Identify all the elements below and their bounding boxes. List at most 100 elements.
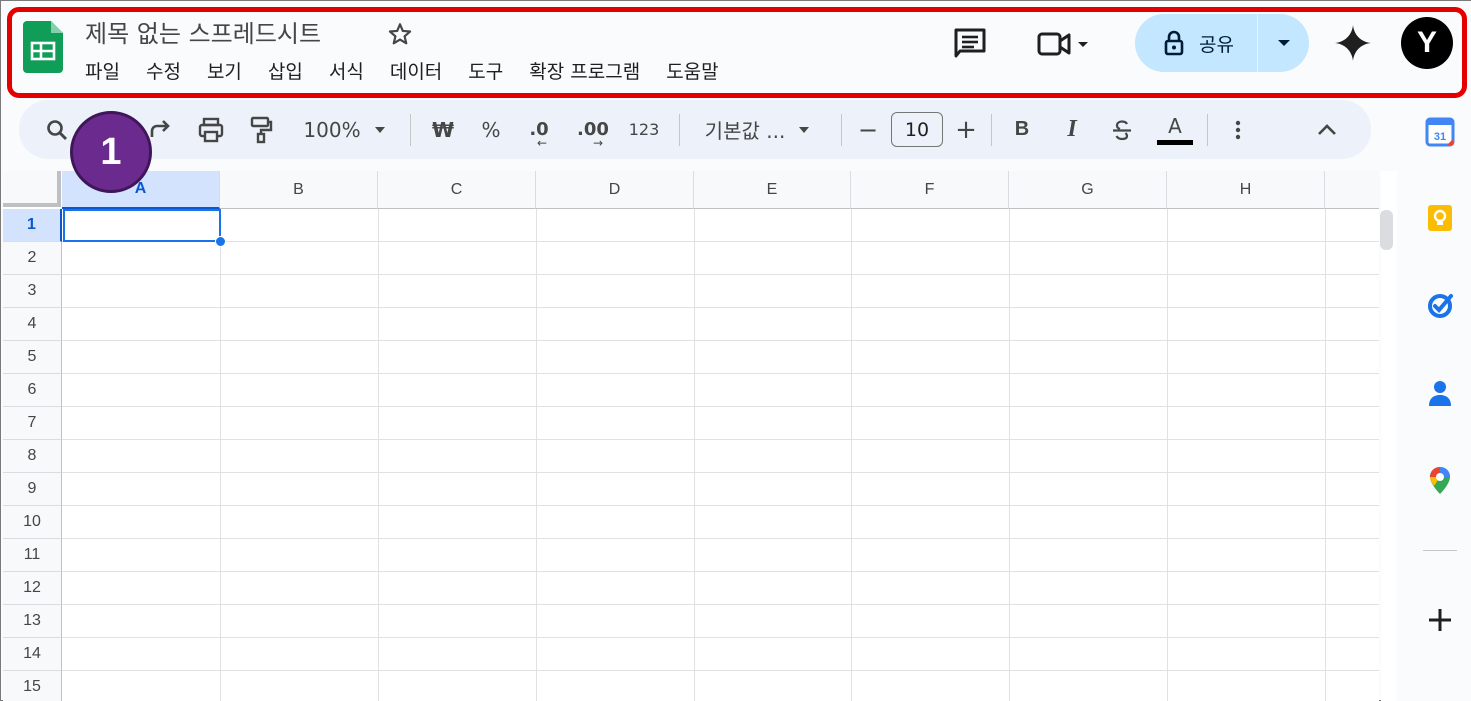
toolbar: 100% ₩ % .0 ← .00 → 123 기본값 ... − 10 + B… (19, 100, 1371, 159)
column-header-h[interactable]: H (1167, 171, 1325, 209)
fill-handle[interactable] (215, 236, 226, 247)
column-header-partial[interactable] (1325, 171, 1379, 209)
row-header-6[interactable]: 6 (3, 374, 62, 407)
grid-line (1167, 209, 1168, 701)
tasks-icon[interactable] (1425, 290, 1455, 320)
strikethrough-icon (1113, 119, 1131, 140)
row-header-11[interactable]: 11 (3, 539, 62, 572)
bold-button[interactable]: B (1005, 100, 1039, 159)
gemini-icon[interactable] (1333, 23, 1373, 63)
share-button[interactable]: 공유 (1135, 14, 1309, 72)
menu-edit[interactable]: 수정 (146, 57, 181, 84)
star-icon[interactable] (387, 21, 413, 47)
column-header-g[interactable]: G (1009, 171, 1167, 209)
menu-extensions[interactable]: 확장 프로그램 (529, 57, 640, 84)
share-options-button[interactable] (1258, 14, 1309, 72)
document-title[interactable]: 제목 없는 스프레드시트 (85, 14, 321, 49)
percent-format-button[interactable]: % (473, 100, 509, 159)
font-size-input[interactable]: 10 (891, 112, 943, 147)
row-header-10[interactable]: 10 (3, 506, 62, 539)
row-header-4[interactable]: 4 (3, 308, 62, 341)
column-header-d[interactable]: D (536, 171, 694, 209)
contacts-icon[interactable] (1425, 378, 1455, 408)
toolbar-separator (679, 114, 680, 146)
maps-icon[interactable] (1425, 465, 1455, 495)
italic-icon: I (1067, 116, 1077, 142)
video-camera-icon (1037, 32, 1071, 56)
grid-line (220, 209, 221, 701)
row-header-1[interactable]: 1 (3, 209, 62, 242)
menu-tools[interactable]: 도구 (468, 57, 503, 84)
currency-format-button[interactable]: ₩ (423, 100, 463, 159)
vertical-scrollbar[interactable] (1381, 171, 1397, 701)
column-header-f[interactable]: F (851, 171, 1009, 209)
zoom-select[interactable]: 100% (295, 100, 395, 159)
print-icon (198, 117, 224, 142)
chevron-up-icon (1318, 123, 1336, 135)
column-header-b[interactable]: B (220, 171, 378, 209)
minus-icon: − (857, 115, 879, 144)
collapse-menus-button[interactable] (1311, 100, 1343, 159)
menu-file[interactable]: 파일 (85, 57, 120, 84)
print-button[interactable] (193, 100, 229, 159)
sheets-logo-icon[interactable] (23, 21, 63, 73)
search-icon (47, 119, 68, 140)
more-formats-button[interactable]: 123 (623, 100, 665, 159)
toolbar-separator (1207, 114, 1208, 146)
text-color-swatch (1157, 140, 1193, 145)
menu-help[interactable]: 도움말 (666, 57, 718, 84)
decrease-font-size-button[interactable]: − (853, 100, 883, 159)
sheet-grid[interactable]: A B C D E F G H 1 2 3 4 5 6 7 8 9 10 11 … (3, 171, 1379, 701)
currency-label: ₩ (431, 117, 455, 142)
more-options-button[interactable] (1223, 100, 1253, 159)
row-header-9[interactable]: 9 (3, 473, 62, 506)
search-menus-button[interactable] (41, 100, 73, 159)
row-header-15[interactable]: 15 (3, 671, 62, 701)
toolbar-separator (991, 114, 992, 146)
menu-bar: 파일 수정 보기 삽입 서식 데이터 도구 확장 프로그램 도움말 (85, 57, 745, 84)
row-header-7[interactable]: 7 (3, 407, 62, 440)
paint-format-button[interactable] (243, 100, 279, 159)
row-header-12[interactable]: 12 (3, 572, 62, 605)
row-header-3[interactable]: 3 (3, 275, 62, 308)
row-header-13[interactable]: 13 (3, 605, 62, 638)
more-vert-icon (1235, 120, 1241, 139)
grid-line (1325, 209, 1326, 701)
calendar-icon[interactable]: 31 (1425, 117, 1455, 147)
row-header-14[interactable]: 14 (3, 638, 62, 671)
arrow-left-icon: ← (537, 136, 548, 150)
increase-decimal-button[interactable]: .00 → (571, 100, 615, 159)
add-icon[interactable] (1425, 605, 1455, 635)
toolbar-separator (410, 114, 411, 146)
font-value: 기본값 ... (704, 119, 786, 143)
meet-button[interactable] (1037, 25, 1103, 63)
column-header-c[interactable]: C (378, 171, 536, 209)
decrease-decimal-button[interactable]: .0 ← (519, 100, 559, 159)
italic-button[interactable]: I (1055, 100, 1089, 159)
row-header-2[interactable]: 2 (3, 242, 62, 275)
increase-font-size-button[interactable]: + (951, 100, 981, 159)
keep-icon[interactable] (1425, 203, 1455, 233)
column-header-e[interactable]: E (694, 171, 851, 209)
share-main[interactable]: 공유 (1135, 14, 1257, 72)
menu-insert[interactable]: 삽입 (268, 57, 303, 84)
grid-line (1009, 209, 1010, 701)
avatar[interactable]: Y (1401, 17, 1453, 69)
arrow-right-icon: → (593, 136, 604, 150)
grid-line (378, 209, 379, 701)
menu-data[interactable]: 데이터 (390, 57, 442, 84)
grid-line (62, 670, 1379, 671)
row-header-8[interactable]: 8 (3, 440, 62, 473)
comment-icon[interactable] (952, 27, 988, 59)
strikethrough-button[interactable] (1105, 100, 1139, 159)
grid-line (62, 604, 1379, 605)
menu-format[interactable]: 서식 (329, 57, 364, 84)
active-cell-a1[interactable] (63, 209, 221, 242)
row-header-5[interactable]: 5 (3, 341, 62, 374)
select-all-corner[interactable] (3, 171, 61, 207)
text-color-button[interactable]: A (1155, 100, 1195, 159)
share-label: 공유 (1199, 33, 1234, 56)
menu-view[interactable]: 보기 (207, 57, 242, 84)
scrollbar-thumb[interactable] (1380, 210, 1393, 250)
font-select[interactable]: 기본값 ... (695, 100, 823, 159)
